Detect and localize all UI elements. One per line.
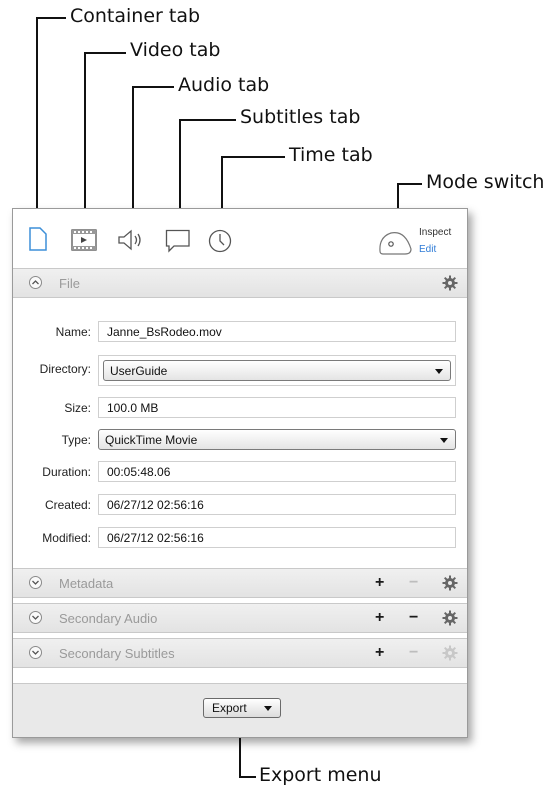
callout-line xyxy=(221,156,285,158)
mode-edit-label[interactable]: Edit xyxy=(419,244,436,255)
tab-time[interactable] xyxy=(208,229,232,258)
time-icon xyxy=(208,229,232,253)
created-label: Created: xyxy=(44,498,91,512)
directory-field-frame: UserGuide xyxy=(98,355,456,386)
chevron-down-icon[interactable] xyxy=(29,611,42,624)
chevron-up-icon[interactable] xyxy=(29,276,42,289)
callout-line xyxy=(179,119,181,222)
dropdown-arrow-icon xyxy=(440,438,448,443)
panel-footer: Export xyxy=(13,683,467,737)
name-field[interactable]: Janne_BsRodeo.mov xyxy=(98,321,456,342)
metadata-section-title: Metadata xyxy=(59,576,114,591)
secondary-audio-section-title: Secondary Audio xyxy=(59,611,158,626)
secondary-subtitles-section-header[interactable]: Secondary Subtitles + − xyxy=(13,638,467,668)
tab-video[interactable] xyxy=(71,229,97,256)
gear-icon[interactable] xyxy=(442,275,458,296)
add-secondary-audio-button[interactable]: + xyxy=(375,609,384,627)
subtitles-icon xyxy=(165,229,190,253)
callout-line xyxy=(179,119,236,121)
metadata-section-header[interactable]: Metadata + − xyxy=(13,568,467,598)
callout-audio-tab: Audio tab xyxy=(178,74,270,96)
callout-container-tab: Container tab xyxy=(70,5,201,27)
duration-label: Duration: xyxy=(42,465,91,479)
add-metadata-button[interactable]: + xyxy=(375,574,384,592)
tab-toolbar: Inspect Edit xyxy=(13,209,467,267)
callout-subtitles-tab: Subtitles tab xyxy=(240,106,361,128)
chevron-down-icon[interactable] xyxy=(29,576,42,589)
size-field[interactable]: 100.0 MB xyxy=(98,397,456,418)
callout-line xyxy=(132,86,134,222)
directory-value: UserGuide xyxy=(110,364,168,378)
modified-label: Modified: xyxy=(42,531,91,545)
size-label: Size: xyxy=(64,401,91,415)
tab-subtitles[interactable] xyxy=(165,229,191,258)
secondary-audio-section-header[interactable]: Secondary Audio + − xyxy=(13,603,467,633)
dropdown-arrow-icon xyxy=(264,706,272,711)
callout-line xyxy=(132,86,174,88)
dropdown-arrow-icon xyxy=(435,369,443,374)
directory-label: Directory: xyxy=(39,362,91,376)
container-icon xyxy=(29,227,47,251)
tab-container[interactable] xyxy=(29,227,47,256)
created-field[interactable]: 06/27/12 02:56:16 xyxy=(98,494,456,515)
callout-line xyxy=(239,776,256,778)
remove-metadata-button[interactable]: − xyxy=(409,574,418,592)
gear-icon[interactable] xyxy=(442,575,458,596)
type-label: Type: xyxy=(61,433,91,447)
callout-export-menu: Export menu xyxy=(259,764,382,786)
callout-line xyxy=(397,183,422,185)
callout-video-tab: Video tab xyxy=(130,39,221,61)
audio-icon xyxy=(118,229,141,251)
mode-switch-icon xyxy=(379,231,412,255)
callout-mode-switch: Mode switch xyxy=(426,171,545,193)
inspector-panel: Inspect Edit File Name: Janne_BsRodeo.mo… xyxy=(12,208,468,738)
gear-icon[interactable] xyxy=(442,645,458,666)
callout-line xyxy=(36,17,38,222)
video-icon xyxy=(71,229,97,251)
type-select[interactable]: QuickTime Movie xyxy=(98,429,456,450)
mode-inspect-label[interactable]: Inspect xyxy=(419,227,451,238)
callout-time-tab: Time tab xyxy=(289,144,373,166)
duration-field[interactable]: 00:05:48.06 xyxy=(98,461,456,482)
remove-secondary-audio-button[interactable]: − xyxy=(409,609,418,627)
file-section-header[interactable]: File xyxy=(13,268,467,298)
remove-secondary-subtitles-button[interactable]: − xyxy=(409,644,418,662)
name-label: Name: xyxy=(55,325,91,339)
callout-line xyxy=(36,17,66,19)
secondary-subtitles-section-title: Secondary Subtitles xyxy=(59,646,175,661)
directory-select[interactable]: UserGuide xyxy=(103,360,451,381)
add-secondary-subtitles-button[interactable]: + xyxy=(375,644,384,662)
tab-audio[interactable] xyxy=(117,229,145,256)
chevron-down-icon[interactable] xyxy=(29,646,42,659)
modified-field[interactable]: 06/27/12 02:56:16 xyxy=(98,527,456,548)
file-section-title: File xyxy=(59,276,80,291)
type-value: QuickTime Movie xyxy=(105,433,198,447)
export-label: Export xyxy=(212,701,247,715)
callout-line xyxy=(84,52,126,54)
callout-line xyxy=(84,52,86,222)
gear-icon[interactable] xyxy=(442,610,458,631)
export-menu-button[interactable]: Export xyxy=(203,698,281,718)
mode-switch[interactable]: Inspect Edit xyxy=(377,223,457,259)
